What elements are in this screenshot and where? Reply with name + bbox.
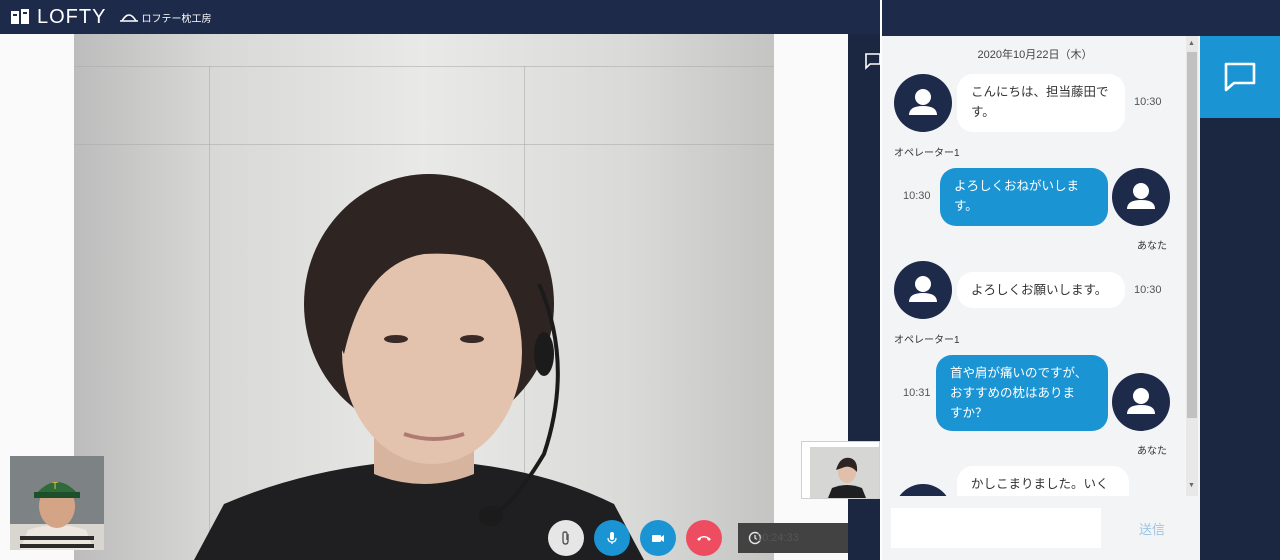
sender-name: あなた: [1137, 241, 1167, 252]
scroll-up-icon[interactable]: ▲: [1188, 40, 1195, 47]
message-line: すか？: [950, 406, 988, 420]
chat-bubble-you: 首や肩が痛いのですが、 おすすめの枕はありま すか？: [936, 355, 1108, 431]
hangup-button[interactable]: [686, 520, 722, 556]
message-line: かしこまりました。いく: [971, 477, 1109, 491]
chat-panel: 2020年10月22日（木） こんにちは、担当藤田で す。 10:30 オペレー…: [882, 36, 1200, 560]
message-line: こんにちは、担当藤田で: [971, 85, 1109, 99]
sender-name: オペレーター1: [894, 335, 960, 346]
chat-date: 2020年10月22日（木）: [977, 49, 1093, 61]
chat-bubble-you: よろしくおねがいしま す。: [940, 168, 1108, 226]
camera-icon: [652, 535, 664, 542]
person-icon: [909, 276, 937, 302]
self-view-video: T: [10, 456, 104, 550]
send-button[interactable]: 送信: [1112, 508, 1192, 548]
you-avatar: [1112, 373, 1170, 431]
timer-text: 00:24:33: [756, 532, 799, 544]
video-area: T 00:24:33: [0, 34, 848, 560]
operator-avatar: [894, 261, 952, 319]
call-controls: 00:24:33: [548, 520, 848, 556]
chat-header: [882, 0, 1280, 36]
chat-bubble-operator: こんにちは、担当藤田で す。: [957, 74, 1125, 132]
camera-button[interactable]: [640, 520, 676, 556]
svg-text:T: T: [52, 481, 58, 492]
message-line: よろしくおねがいしま: [954, 179, 1080, 193]
remote-participant: [194, 174, 644, 560]
chat-input[interactable]: [891, 508, 1101, 548]
app-header: LOFTY ロフテー枕工房: [0, 0, 880, 34]
sub-brand: ロフテー枕工房: [120, 10, 211, 25]
message-line: 首や肩が痛いのですが、: [950, 366, 1088, 380]
sender-name: オペレーター1: [894, 148, 960, 159]
chat-scroll-thumb[interactable]: [1187, 52, 1197, 418]
message-line: す。: [971, 105, 995, 119]
remote-thumbnail[interactable]: [801, 441, 880, 499]
you-avatar: [1112, 168, 1170, 226]
remote-video: [74, 34, 774, 560]
mic-button[interactable]: [594, 520, 630, 556]
message-time: 10:31: [903, 387, 931, 399]
sub-brand-text: ロフテー枕工房: [141, 13, 212, 25]
sender-name: あなた: [1137, 446, 1167, 457]
operator-avatar: [894, 74, 952, 132]
message-time: 10:30: [903, 190, 931, 202]
message-line: よろしくお願いします。: [971, 283, 1108, 297]
person-icon: [1127, 183, 1155, 209]
person-icon: [909, 89, 937, 115]
chat-toggle-button[interactable]: [1200, 36, 1280, 118]
call-timer: 00:24:33: [738, 523, 848, 553]
attach-button[interactable]: [548, 520, 584, 556]
hangup-icon: [697, 536, 711, 541]
headset-icon: [120, 14, 139, 22]
mic-icon: [607, 532, 617, 544]
message-time: 10:30: [1134, 284, 1162, 296]
message-line: す。: [954, 199, 978, 213]
person-icon: [1127, 388, 1155, 414]
brand-logo: LOFTY: [37, 5, 107, 28]
scroll-down-icon[interactable]: ▼: [1188, 482, 1195, 489]
message-line: おすすめの枕はありま: [950, 386, 1076, 400]
chat-icon: [1224, 62, 1256, 92]
logo-icon: [11, 9, 29, 24]
message-time: 10:30: [1134, 96, 1162, 108]
attach-icon: [562, 531, 569, 545]
chat-bubble-operator: よろしくお願いします。: [957, 272, 1125, 308]
